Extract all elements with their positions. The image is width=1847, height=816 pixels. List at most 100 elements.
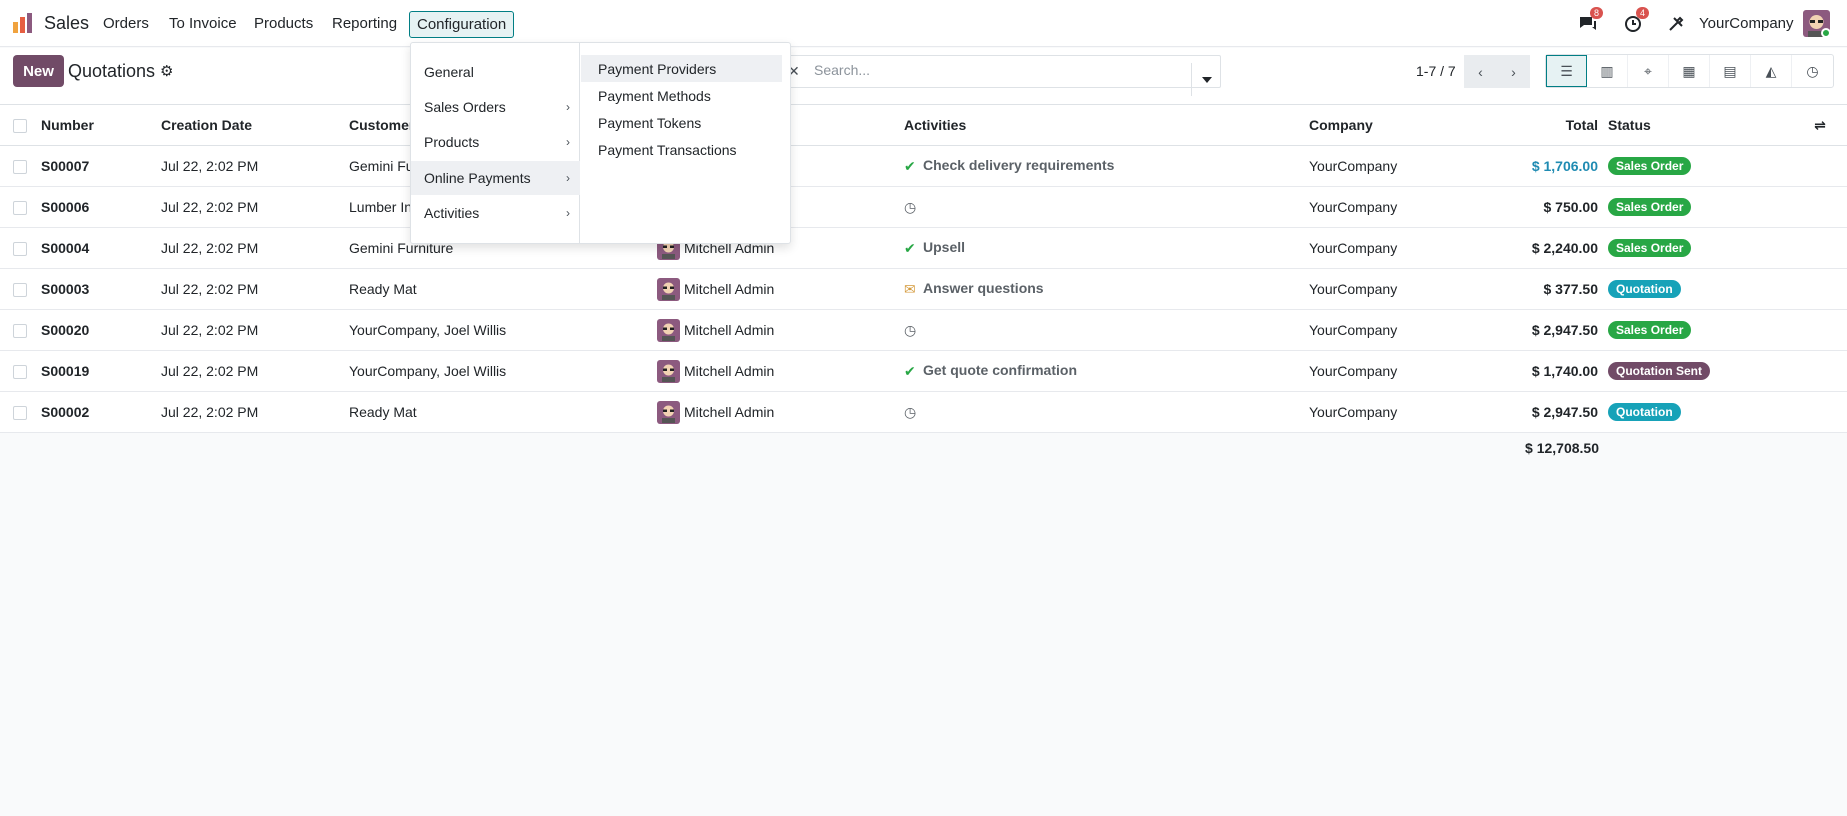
order-total: $ 2,947.50 bbox=[1509, 391, 1608, 433]
select-all-checkbox[interactable] bbox=[13, 119, 27, 134]
salesperson-name: Mitchell Admin bbox=[684, 322, 775, 338]
dd-item-activities[interactable]: Activities › bbox=[411, 196, 580, 230]
company-switcher[interactable]: YourCompany bbox=[1699, 15, 1794, 32]
table-row[interactable]: S00002 Jul 22, 2:02 PM Ready Mat Mitchel… bbox=[0, 391, 1847, 433]
list-view-button[interactable]: ☰ bbox=[1546, 55, 1587, 87]
gear-icon[interactable]: ⚙ bbox=[160, 62, 173, 80]
row-checkbox[interactable] bbox=[13, 365, 27, 380]
activity-cell[interactable]: ◷ bbox=[904, 186, 1309, 228]
menu-reporting[interactable]: Reporting bbox=[332, 15, 397, 32]
status-cell: Sales Order bbox=[1608, 309, 1793, 351]
customer-name: YourCompany, Joel Willis bbox=[349, 350, 657, 392]
activity-cell[interactable]: ◷ bbox=[904, 391, 1309, 433]
activity-view-button[interactable]: ◷ bbox=[1792, 55, 1833, 87]
header-status[interactable]: Status bbox=[1608, 104, 1793, 146]
clock-icon[interactable]: ◷ bbox=[904, 199, 920, 216]
header-creation-date[interactable]: Creation Date bbox=[161, 104, 349, 146]
row-checkbox[interactable] bbox=[13, 160, 27, 175]
graph-view-button[interactable]: ◭ bbox=[1751, 55, 1792, 87]
row-select-cell bbox=[0, 268, 41, 310]
activity-cell[interactable]: ✔ Get quote confirmation bbox=[904, 350, 1309, 392]
new-button[interactable]: New bbox=[13, 55, 64, 87]
dd-item-sales-orders[interactable]: Sales Orders › bbox=[411, 90, 580, 124]
table-row[interactable]: S00019 Jul 22, 2:02 PM YourCompany, Joel… bbox=[0, 350, 1847, 392]
status-badge: Quotation bbox=[1608, 280, 1681, 298]
order-total: $ 377.50 bbox=[1509, 268, 1608, 310]
activity-cell[interactable]: ✉ Answer questions bbox=[904, 268, 1309, 310]
pivot-view-button[interactable]: ▤ bbox=[1710, 55, 1751, 87]
kanban-view-button[interactable]: ▥ bbox=[1587, 55, 1628, 87]
row-spacer bbox=[1793, 391, 1847, 433]
activities-button[interactable]: 4 bbox=[1624, 7, 1650, 38]
status-badge: Quotation Sent bbox=[1608, 362, 1710, 380]
check-icon[interactable]: ✔ bbox=[904, 363, 920, 380]
menu-configuration[interactable]: Configuration bbox=[409, 11, 515, 38]
activity-cell[interactable]: ◷ bbox=[904, 309, 1309, 351]
creation-date: Jul 22, 2:02 PM bbox=[161, 145, 349, 187]
company-name: YourCompany bbox=[1309, 309, 1509, 351]
row-checkbox[interactable] bbox=[13, 201, 27, 216]
messages-button[interactable]: 8 bbox=[1578, 7, 1604, 38]
chevron-right-icon: › bbox=[1511, 63, 1516, 80]
map-view-button[interactable]: ⌖ bbox=[1628, 55, 1669, 87]
order-total: $ 1,706.00 bbox=[1509, 145, 1608, 187]
app-name[interactable]: Sales bbox=[44, 13, 89, 34]
table-row[interactable]: S00007 Jul 22, 2:02 PM Gemini Furniture … bbox=[0, 145, 1847, 187]
table-icon: ▤ bbox=[1723, 62, 1737, 79]
table-row[interactable]: S00004 Jul 22, 2:02 PM Gemini Furniture … bbox=[0, 227, 1847, 269]
pager-previous-button[interactable]: ‹ bbox=[1464, 55, 1497, 88]
dd-item-general[interactable]: General bbox=[411, 55, 580, 89]
row-spacer bbox=[1793, 350, 1847, 392]
chevron-right-icon: › bbox=[566, 206, 570, 220]
header-number[interactable]: Number bbox=[41, 104, 161, 146]
dd-item-products[interactable]: Products › bbox=[411, 125, 580, 159]
check-icon[interactable]: ✔ bbox=[904, 158, 920, 175]
salesperson-cell: Mitchell Admin bbox=[657, 277, 904, 301]
activity-cell[interactable]: ✔ Upsell bbox=[904, 227, 1309, 269]
mail-icon[interactable]: ✉ bbox=[904, 281, 920, 298]
chevron-right-icon: › bbox=[566, 100, 570, 114]
sales-app-icon[interactable] bbox=[12, 12, 34, 34]
dd-sub-payment-methods[interactable]: Payment Methods bbox=[581, 82, 782, 109]
status-cell: Quotation bbox=[1608, 268, 1793, 310]
calendar-view-button[interactable]: ▦ bbox=[1669, 55, 1710, 87]
debug-tools-button[interactable] bbox=[1668, 10, 1688, 38]
table-row[interactable]: S00003 Jul 22, 2:02 PM Ready Mat Mitchel… bbox=[0, 268, 1847, 310]
table-row[interactable]: S00006 Jul 22, 2:02 PM Lumber Inc ◷ Your… bbox=[0, 186, 1847, 228]
salesperson: Mitchell Admin bbox=[657, 391, 904, 433]
row-checkbox[interactable] bbox=[13, 242, 27, 257]
activity-summary: Check delivery requirements bbox=[923, 157, 1115, 174]
optional-columns-toggle[interactable]: ⇌ bbox=[1793, 104, 1847, 146]
search-options-toggle[interactable] bbox=[1191, 63, 1221, 96]
dd-sub-payment-tokens[interactable]: Payment Tokens bbox=[581, 109, 782, 136]
table-row[interactable]: S00020 Jul 22, 2:02 PM YourCompany, Joel… bbox=[0, 309, 1847, 351]
row-checkbox[interactable] bbox=[13, 406, 27, 421]
dd-sub-payment-providers[interactable]: Payment Providers bbox=[581, 55, 782, 82]
pager-next-button[interactable]: › bbox=[1497, 55, 1530, 88]
clock-icon[interactable]: ◷ bbox=[904, 322, 920, 339]
dd-sub-payment-transactions[interactable]: Payment Transactions bbox=[581, 136, 782, 163]
header-company[interactable]: Company bbox=[1309, 104, 1509, 146]
activity-cell[interactable]: ✔ Check delivery requirements bbox=[904, 145, 1309, 187]
row-checkbox[interactable] bbox=[13, 283, 27, 298]
chevron-right-icon: › bbox=[566, 135, 570, 149]
header-total[interactable]: Total bbox=[1509, 104, 1608, 146]
dd-item-online-payments[interactable]: Online Payments › bbox=[411, 161, 580, 195]
status-badge: Sales Order bbox=[1608, 321, 1692, 339]
order-number: S00020 bbox=[41, 309, 161, 351]
menu-orders[interactable]: Orders bbox=[103, 15, 149, 32]
search-input[interactable]: Search... bbox=[814, 62, 870, 78]
control-panel: New Quotations ⚙ ✕ 1-7 / 7 ‹ › ☰ ▥ ⌖ ▦ ▤… bbox=[0, 48, 1847, 104]
list-icon: ☰ bbox=[1560, 62, 1573, 79]
row-checkbox[interactable] bbox=[13, 324, 27, 339]
clock-icon[interactable]: ◷ bbox=[904, 404, 920, 421]
check-icon[interactable]: ✔ bbox=[904, 240, 920, 257]
menu-products[interactable]: Products bbox=[254, 15, 313, 32]
menu-to-invoice[interactable]: To Invoice bbox=[169, 15, 237, 32]
dd-label: General bbox=[424, 64, 474, 80]
order-number: S00004 bbox=[41, 227, 161, 269]
salesperson-cell: Mitchell Admin bbox=[657, 318, 904, 342]
salesperson: Mitchell Admin bbox=[657, 268, 904, 310]
header-activities[interactable]: Activities bbox=[904, 104, 1309, 146]
pager-value[interactable]: 1-7 / 7 bbox=[1416, 63, 1456, 79]
